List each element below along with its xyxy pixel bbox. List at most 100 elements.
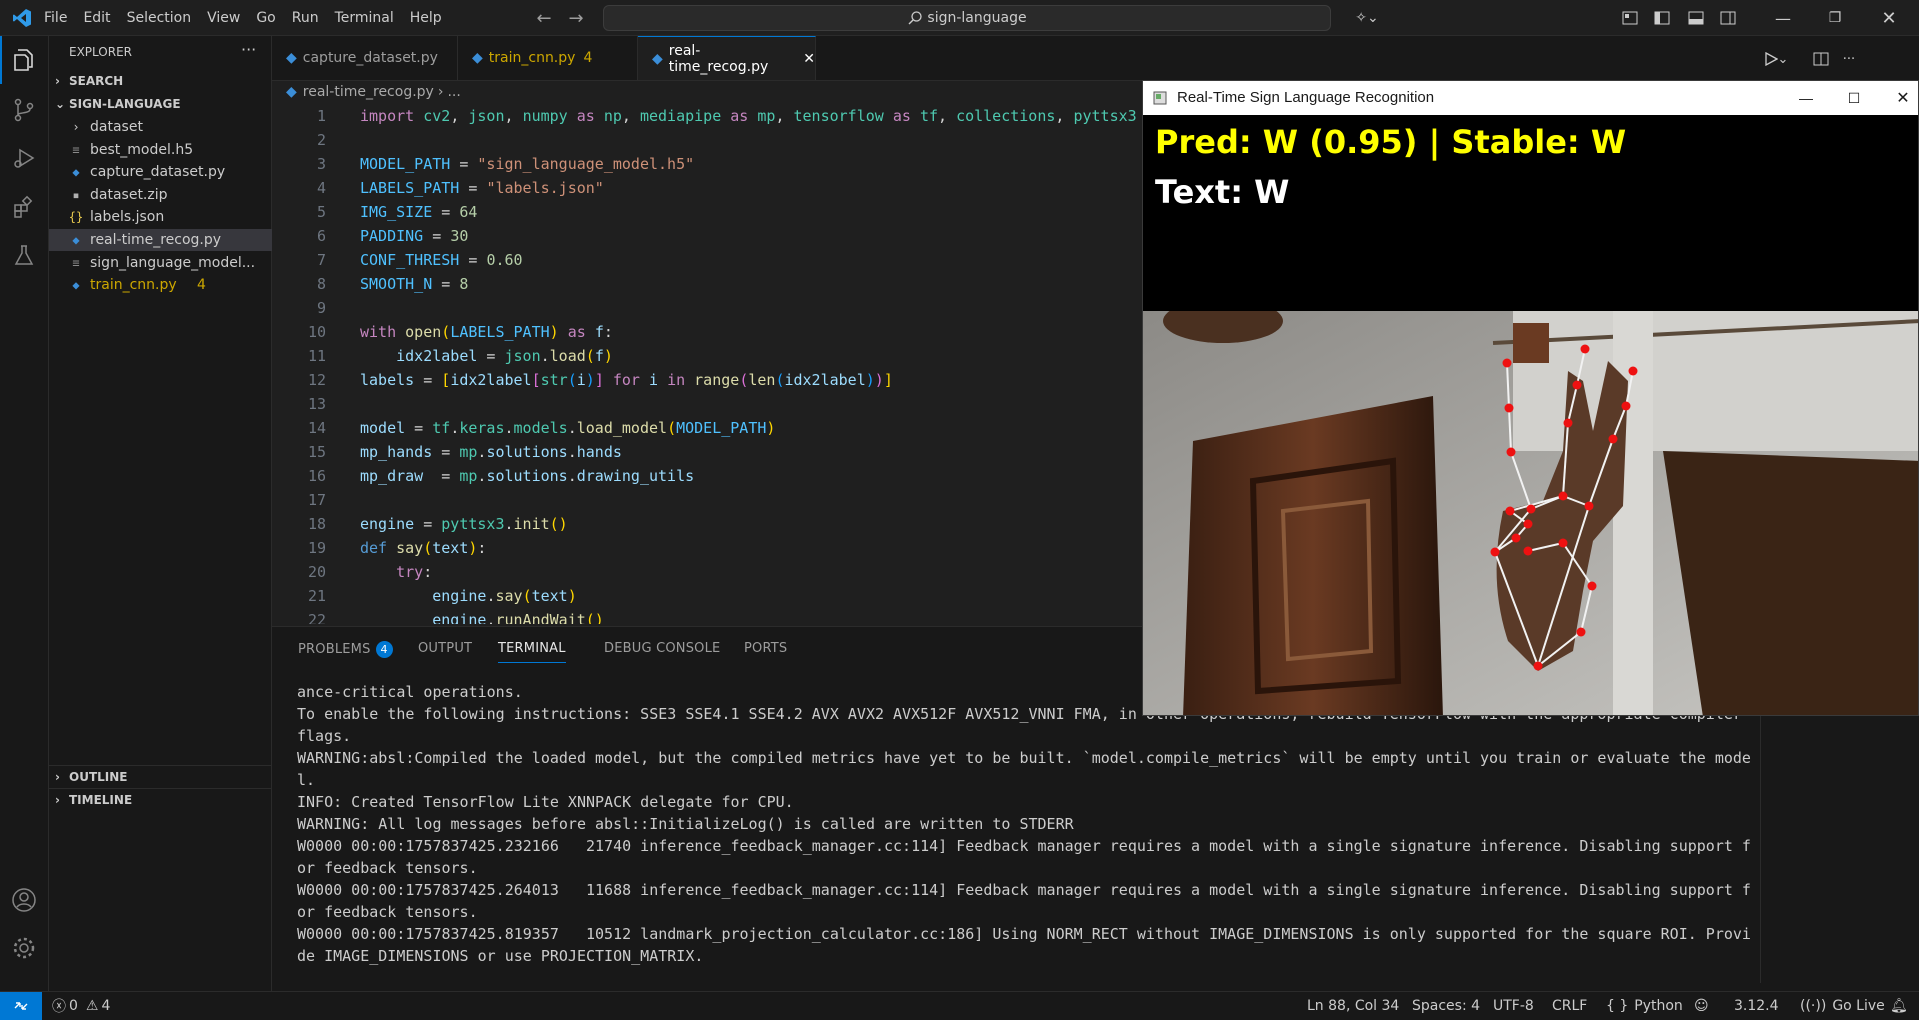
tree-item-label: best_model.h5 (90, 142, 194, 158)
tab-label: real-time_recog.py (668, 42, 769, 75)
go-live-button[interactable]: ((·)) Go Live (1800, 992, 1885, 1020)
recognition-window[interactable]: Real-Time Sign Language Recognition — ☐ … (1142, 80, 1919, 716)
customize-layout-icon[interactable] (1620, 8, 1640, 28)
problem-count-badge: 4 (197, 277, 206, 293)
remote-indicator-icon[interactable] (0, 992, 42, 1020)
prediction-overlay: Pred: W (0.95) | Stable: W Text: W (1143, 115, 1918, 311)
accounts-icon[interactable] (0, 876, 48, 924)
panel-tab-problems[interactable]: PROBLEMS 4 (298, 641, 393, 658)
menu-view[interactable]: View (199, 10, 248, 26)
panel-tab-output[interactable]: OUTPUT (418, 641, 472, 656)
go-live-label: Go Live (1832, 998, 1885, 1014)
menu-run[interactable]: Run (284, 10, 327, 26)
close-tab-icon[interactable]: ✕ (803, 51, 815, 67)
back-arrow-icon[interactable]: ← (532, 6, 556, 30)
terminal-line: or feedback tensors. (297, 903, 478, 921)
problems-status[interactable]: ⓧ 0 ⚠ 4 (52, 992, 110, 1020)
tab-real-time-recog[interactable]: ◆ real-time_recog.py ✕ (638, 36, 816, 80)
run-debug-icon[interactable] (0, 134, 48, 182)
close-window-icon[interactable]: ✕ (1888, 86, 1918, 110)
menu-file[interactable]: File (36, 10, 75, 26)
menu-terminal[interactable]: Terminal (327, 10, 402, 26)
code-line: 8 SMOOTH_N = 8 (316, 275, 469, 293)
copilot-icon[interactable]: ✧⌄ (1350, 6, 1384, 30)
end-of-line[interactable]: CRLF (1552, 992, 1587, 1020)
copilot-status-icon[interactable]: ☺ (1694, 992, 1709, 1020)
minimize-icon[interactable]: — (1791, 86, 1821, 110)
landmark-point (1526, 504, 1536, 514)
indentation[interactable]: Spaces: 4 (1412, 992, 1480, 1020)
notifications-bell-icon[interactable]: 🔔︎ (1890, 992, 1908, 1020)
tree-item-real-time-recog[interactable]: ◆ real-time_recog.py (49, 229, 289, 251)
tree-item-dataset-zip[interactable]: ▪ dataset.zip (49, 184, 289, 206)
terminal-line: W0000 00:00:1757837425.819357 10512 land… (297, 925, 1751, 943)
menu-edit[interactable]: Edit (75, 10, 118, 26)
tree-item-labels-json[interactable]: {} labels.json (49, 206, 289, 228)
code-editor[interactable]: 1 import cv2, json, numpy as np, mediapip… (272, 104, 1142, 624)
python-icon: ◆ (652, 50, 663, 67)
workspace-folder[interactable]: ⌄ SIGN-LANGUAGE (49, 93, 277, 115)
code-line: 1 import cv2, json, numpy as np, mediapip… (316, 107, 1137, 125)
code-line: 17 (307, 491, 326, 509)
more-actions-icon[interactable]: ··· (241, 40, 256, 59)
panel-tab-terminal[interactable]: TERMINAL (498, 641, 566, 663)
toggle-sidebar-icon[interactable] (1652, 8, 1672, 28)
search-text: sign-language (927, 10, 1027, 26)
testing-flask-icon[interactable] (0, 232, 48, 280)
title-bar: File Edit Selection View Go Run Terminal… (0, 0, 1919, 36)
forward-arrow-icon[interactable]: → (564, 6, 588, 30)
terminal-line: W0000 00:00:1757837425.264013 11688 infe… (297, 881, 1751, 899)
search-section[interactable]: › SEARCH (49, 70, 277, 92)
code-line: 10 with open(LABELS_PATH) as f: (307, 323, 613, 341)
settings-gear-icon[interactable] (0, 924, 48, 972)
python-icon: ◆ (472, 50, 483, 66)
menu-go[interactable]: Go (248, 10, 283, 26)
tree-item-best-model[interactable]: ≡ best_model.h5 (49, 139, 289, 161)
python-version[interactable]: 3.12.4 (1734, 992, 1779, 1020)
tree-item-train-cnn[interactable]: ◆ train_cnn.py 4 (49, 274, 289, 296)
terminal-output[interactable]: ance-critical operations. To enable the … (297, 681, 1752, 981)
chevron-right-icon: › (72, 120, 80, 134)
explorer-icon[interactable] (0, 36, 48, 84)
language-mode[interactable]: { } Python (1606, 992, 1683, 1020)
panel-tab-debug-console[interactable]: DEBUG CONSOLE (604, 641, 720, 656)
menu-help[interactable]: Help (402, 10, 450, 26)
menu-selection[interactable]: Selection (119, 10, 200, 26)
status-bar: ⓧ 0 ⚠ 4 Ln 88, Col 34 Spaces: 4 UTF-8 CR… (0, 991, 1919, 1020)
tab-train-cnn[interactable]: ◆ train_cnn.py 4 (458, 36, 638, 80)
chevron-right-icon: › (55, 770, 60, 784)
tab-capture-dataset[interactable]: ◆ capture_dataset.py (272, 36, 458, 80)
recognition-window-titlebar[interactable]: Real-Time Sign Language Recognition — ☐ … (1143, 81, 1918, 115)
landmark-point (1558, 538, 1568, 548)
toggle-panel-icon[interactable] (1686, 8, 1706, 28)
more-actions-icon[interactable]: ··· (1838, 48, 1860, 70)
maximize-icon[interactable]: ☐ (1839, 86, 1869, 110)
landmark-point (1587, 581, 1597, 591)
tree-item-capture-dataset[interactable]: ◆ capture_dataset.py (49, 161, 289, 183)
toggle-secondary-sidebar-icon[interactable] (1718, 8, 1738, 28)
minimize-icon[interactable]: — (1768, 6, 1798, 30)
terminal-line: WARNING:absl:Compiled the loaded model, … (297, 749, 1751, 767)
tree-item-sign-language-model[interactable]: ≡ sign_language_model... (49, 252, 289, 274)
landmark-point (1502, 358, 1512, 368)
landmark-point (1504, 403, 1514, 413)
extensions-icon[interactable] (0, 184, 48, 232)
explorer-sidebar: EXPLORER ··· › SEARCH ⌄ SIGN-LANGUAGE › … (49, 36, 289, 991)
webcam-feed (1143, 311, 1918, 715)
timeline-section[interactable]: › TIMELINE (49, 788, 277, 811)
run-python-file-icon[interactable]: ⌄ (1758, 48, 1794, 70)
split-editor-icon[interactable] (1810, 48, 1832, 70)
outline-section[interactable]: › OUTLINE (49, 765, 277, 788)
close-window-icon[interactable]: ✕ (1874, 6, 1904, 30)
cursor-position[interactable]: Ln 88, Col 34 (1307, 992, 1399, 1020)
source-control-icon[interactable] (0, 86, 48, 134)
breadcrumb-symbol[interactable]: ... (447, 84, 460, 100)
encoding[interactable]: UTF-8 (1493, 992, 1534, 1020)
tree-item-dataset[interactable]: › dataset (49, 116, 289, 138)
restore-icon[interactable]: ❐ (1820, 6, 1850, 30)
braces-icon: { } (1606, 998, 1629, 1014)
panel-tab-ports[interactable]: PORTS (744, 641, 787, 656)
code-line: 4 LABELS_PATH = "labels.json" (316, 179, 604, 197)
breadcrumb-file[interactable]: real-time_recog.py (303, 84, 434, 100)
command-center-search[interactable]: sign-language (603, 5, 1331, 31)
